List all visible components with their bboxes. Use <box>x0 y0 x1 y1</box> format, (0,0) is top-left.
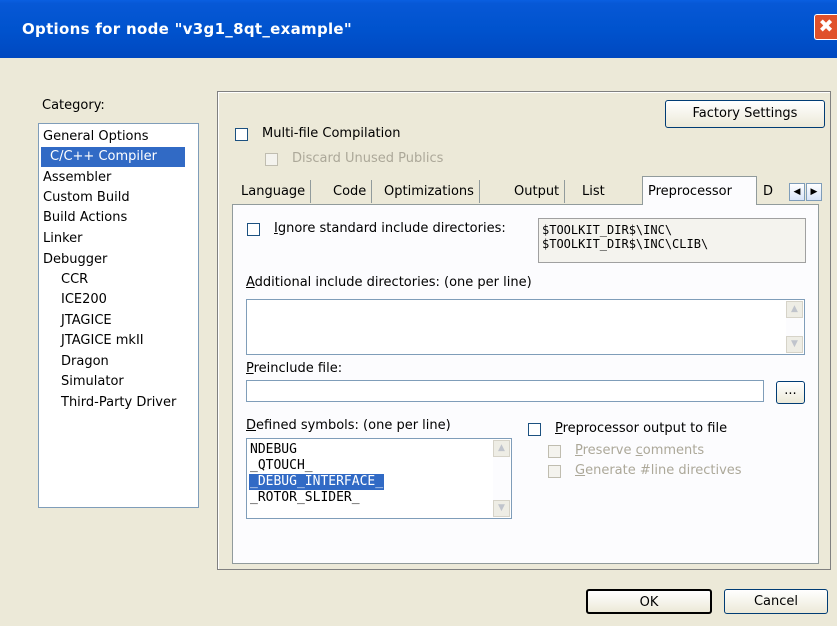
additional-include-label: Additional include directories: (one per… <box>246 275 532 290</box>
tab-language[interactable]: Language <box>236 180 312 203</box>
tab-code[interactable]: Code <box>328 180 373 203</box>
tab-list[interactable]: List <box>577 180 610 203</box>
category-item-dragon[interactable]: Dragon <box>61 352 109 372</box>
defined-symbols-textarea[interactable]: NDEBUG _QTOUCH_ _DEBUG_INTERFACE_ _ROTOR… <box>246 438 512 519</box>
preprocessor-output-checkbox[interactable] <box>528 423 541 436</box>
browse-preinclude-button[interactable]: ... <box>776 381 805 404</box>
ignore-standard-include-checkbox[interactable] <box>247 223 260 236</box>
tab-preprocessor[interactable]: Preprocessor <box>642 176 757 205</box>
defined-symbol[interactable]: NDEBUG <box>249 442 298 458</box>
category-item-build-actions[interactable]: Build Actions <box>43 208 127 228</box>
scroll-up-icon[interactable]: ▲ <box>786 301 803 318</box>
tab-optimizations[interactable]: Optimizations <box>379 180 480 203</box>
category-list[interactable]: General Options C/C++ Compiler Assembler… <box>38 123 199 508</box>
multi-file-compilation-checkbox[interactable] <box>235 128 248 141</box>
discard-unused-publics-label: Discard Unused Publics <box>292 151 444 166</box>
defined-symbol-selected[interactable]: _DEBUG_INTERFACE_ <box>249 474 385 490</box>
defined-symbol[interactable]: _QTOUCH_ <box>249 458 314 474</box>
preserve-comments-checkbox <box>548 445 561 458</box>
close-icon: ✖ <box>818 16 834 37</box>
standard-include-dir: $TOOLKIT_DIR$\INC\ <box>542 223 673 237</box>
scroll-down-icon[interactable]: ▼ <box>493 500 510 517</box>
arrow-left-icon: ◀ <box>793 187 801 197</box>
preprocessor-output-label: Preprocessor output to file <box>555 421 728 436</box>
ignore-standard-include-label: Ignore standard include directories: <box>274 221 506 236</box>
standard-include-dir: $TOOLKIT_DIR$\INC\CLIB\ <box>542 237 709 251</box>
category-item-third-party-driver[interactable]: Third-Party Driver <box>61 393 176 413</box>
cancel-button[interactable]: Cancel <box>724 589 828 614</box>
tab-scroll-right-button[interactable]: ▶ <box>806 183 822 201</box>
category-item-linker[interactable]: Linker <box>43 229 83 249</box>
category-item-ccr[interactable]: CCR <box>61 270 88 290</box>
category-item-assembler[interactable]: Assembler <box>43 168 111 188</box>
additional-include-textarea[interactable]: ▲ ▼ <box>246 299 805 355</box>
scroll-up-icon[interactable]: ▲ <box>493 440 510 457</box>
factory-settings-button[interactable]: Factory Settings <box>665 100 825 128</box>
category-item-custom-build[interactable]: Custom Build <box>43 188 130 208</box>
generate-line-directives-checkbox <box>548 465 561 478</box>
defined-symbols-scrollbar[interactable]: ▲ ▼ <box>493 440 510 517</box>
additional-include-scrollbar[interactable]: ▲ ▼ <box>786 301 803 353</box>
scroll-down-icon[interactable]: ▼ <box>786 336 803 353</box>
close-button[interactable]: ✖ <box>814 14 837 40</box>
defined-symbols-label: Defined symbols: (one per line) <box>246 418 451 433</box>
preserve-comments-label: Preserve comments <box>575 443 705 458</box>
ok-button[interactable]: OK <box>586 589 712 614</box>
tab-output[interactable]: Output <box>509 180 566 203</box>
window-title: Options for node "v3g1_8qt_example" <box>22 20 353 38</box>
tab-d[interactable]: D <box>758 180 778 203</box>
tab-scroll-left-button[interactable]: ◀ <box>789 183 805 201</box>
defined-symbol[interactable]: _ROTOR_SLIDER_ <box>249 490 361 506</box>
category-item-ice200[interactable]: ICE200 <box>61 290 107 310</box>
arrow-right-icon: ▶ <box>810 187 818 197</box>
category-item-jtagice-mkii[interactable]: JTAGICE mkII <box>61 331 144 351</box>
category-item-general-options[interactable]: General Options <box>43 127 149 147</box>
category-item-debugger[interactable]: Debugger <box>43 250 107 270</box>
standard-include-dirs-box: $TOOLKIT_DIR$\INC\ $TOOLKIT_DIR$\INC\CLI… <box>538 218 806 263</box>
preinclude-file-label: Preinclude file: <box>246 361 343 376</box>
discard-unused-publics-checkbox <box>265 153 278 166</box>
category-item-c-compiler[interactable]: C/C++ Compiler <box>41 147 185 167</box>
multi-file-compilation-label: Multi-file Compilation <box>262 126 401 141</box>
category-label: Category: <box>42 98 105 113</box>
generate-line-directives-label: Generate #line directives <box>575 463 742 478</box>
preinclude-file-input[interactable] <box>246 380 764 402</box>
category-item-simulator[interactable]: Simulator <box>61 372 124 392</box>
category-item-jtagice[interactable]: JTAGICE <box>61 311 112 331</box>
